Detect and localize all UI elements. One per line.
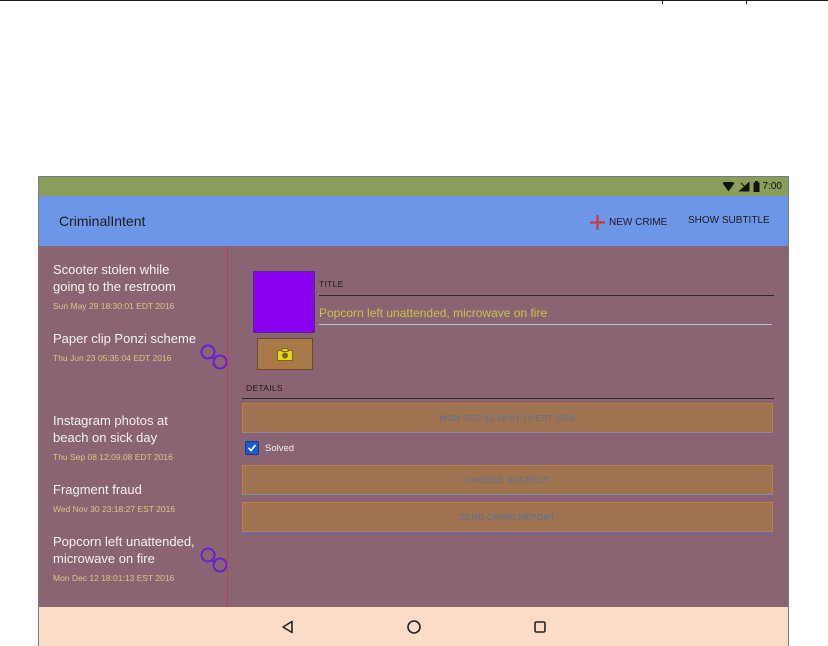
crime-date: Wed Nov 30 23:18:27 EST 2016: [53, 504, 176, 514]
crime-title: Instagram photos at beach on sick day: [53, 413, 168, 445]
crime-photo: [253, 271, 315, 333]
status-bar: 7:00: [39, 177, 788, 196]
title-label-divider: [319, 295, 774, 296]
screenshot-top-border: [0, 0, 828, 4]
handcuffs-icon: [200, 344, 227, 370]
back-button[interactable]: [279, 618, 297, 636]
crime-list-item[interactable]: Paper clip Ponzi scheme Thu Jun 23 05:35…: [53, 330, 227, 370]
choose-suspect-button[interactable]: CHOOSE SUSPECT: [242, 465, 773, 495]
check-icon: [247, 444, 257, 452]
crime-detail: TITLE Popcorn left unattended, microwave…: [229, 246, 788, 607]
status-time: 7:00: [762, 181, 782, 192]
title-field-underline: [319, 324, 772, 325]
crime-date: Thu Sep 08 12:09:08 EDT 2016: [53, 452, 173, 462]
crime-title: Fragment fraud: [53, 482, 142, 497]
crime-date: Sun May 29 18:30:01 EDT 2016: [53, 301, 175, 311]
navigation-bar: [39, 607, 788, 646]
details-divider: [242, 398, 774, 399]
crime-title: Paper clip Ponzi scheme: [53, 331, 197, 346]
home-button[interactable]: [405, 618, 423, 636]
app-bar: CriminalIntent NEW CRIME SHOW SUBTITLE: [39, 196, 788, 246]
tablet-screen: 7:00 CriminalIntent NEW CRIME SHOW SUBTI…: [38, 176, 789, 646]
crime-list-item[interactable]: Scooter stolen while going to the restro…: [53, 261, 225, 312]
crime-date: Thu Jun 23 05:35:04 EDT 2016: [53, 353, 172, 363]
camera-icon: [277, 347, 293, 361]
camera-button[interactable]: [257, 338, 313, 370]
crime-title: Popcorn left unattended, microwave on fi…: [53, 534, 195, 566]
handcuffs-icon: [200, 547, 227, 573]
app-title: CriminalIntent: [59, 213, 146, 229]
show-subtitle-button[interactable]: SHOW SUBTITLE: [688, 215, 770, 226]
solved-checkbox[interactable]: Solved: [245, 441, 294, 455]
crime-date: Mon Dec 12 18:01:13 EST 2016: [53, 573, 175, 583]
crime-list-item[interactable]: Fragment fraud Wed Nov 30 23:18:27 EST 2…: [53, 481, 225, 515]
home-circle-icon: [407, 620, 421, 634]
date-button[interactable]: MON DEC 12 18:01:13 EST 2016: [242, 403, 773, 433]
crime-list-item[interactable]: Instagram photos at beach on sick day Th…: [53, 412, 225, 463]
wifi-icon: [722, 181, 735, 191]
content-area: Scooter stolen while going to the restro…: [39, 246, 788, 607]
battery-icon: [753, 181, 760, 192]
add-icon: [590, 215, 605, 230]
details-label: DETAILS: [246, 383, 283, 393]
title-field[interactable]: Popcorn left unattended, microwave on fi…: [319, 306, 547, 320]
show-subtitle-label: SHOW SUBTITLE: [688, 215, 770, 226]
border-tick: [662, 0, 663, 4]
back-triangle-icon: [282, 620, 293, 634]
crime-list[interactable]: Scooter stolen while going to the restro…: [39, 246, 228, 607]
status-icons: 7:00: [722, 179, 782, 194]
title-label: TITLE: [319, 279, 344, 289]
recents-button[interactable]: [531, 618, 549, 636]
send-report-button[interactable]: SEND CRIME REPORT: [242, 502, 773, 532]
new-crime-label: NEW CRIME: [609, 217, 668, 228]
checkbox-box: [245, 441, 259, 455]
cell-signal-icon: [738, 181, 750, 192]
border-tick: [746, 0, 747, 4]
recents-square-icon: [534, 621, 546, 633]
crime-title: Scooter stolen while going to the restro…: [53, 262, 176, 294]
crime-list-item[interactable]: Popcorn left unattended, microwave on fi…: [53, 533, 227, 584]
solved-label: Solved: [265, 442, 295, 454]
new-crime-button[interactable]: NEW CRIME: [590, 215, 667, 230]
